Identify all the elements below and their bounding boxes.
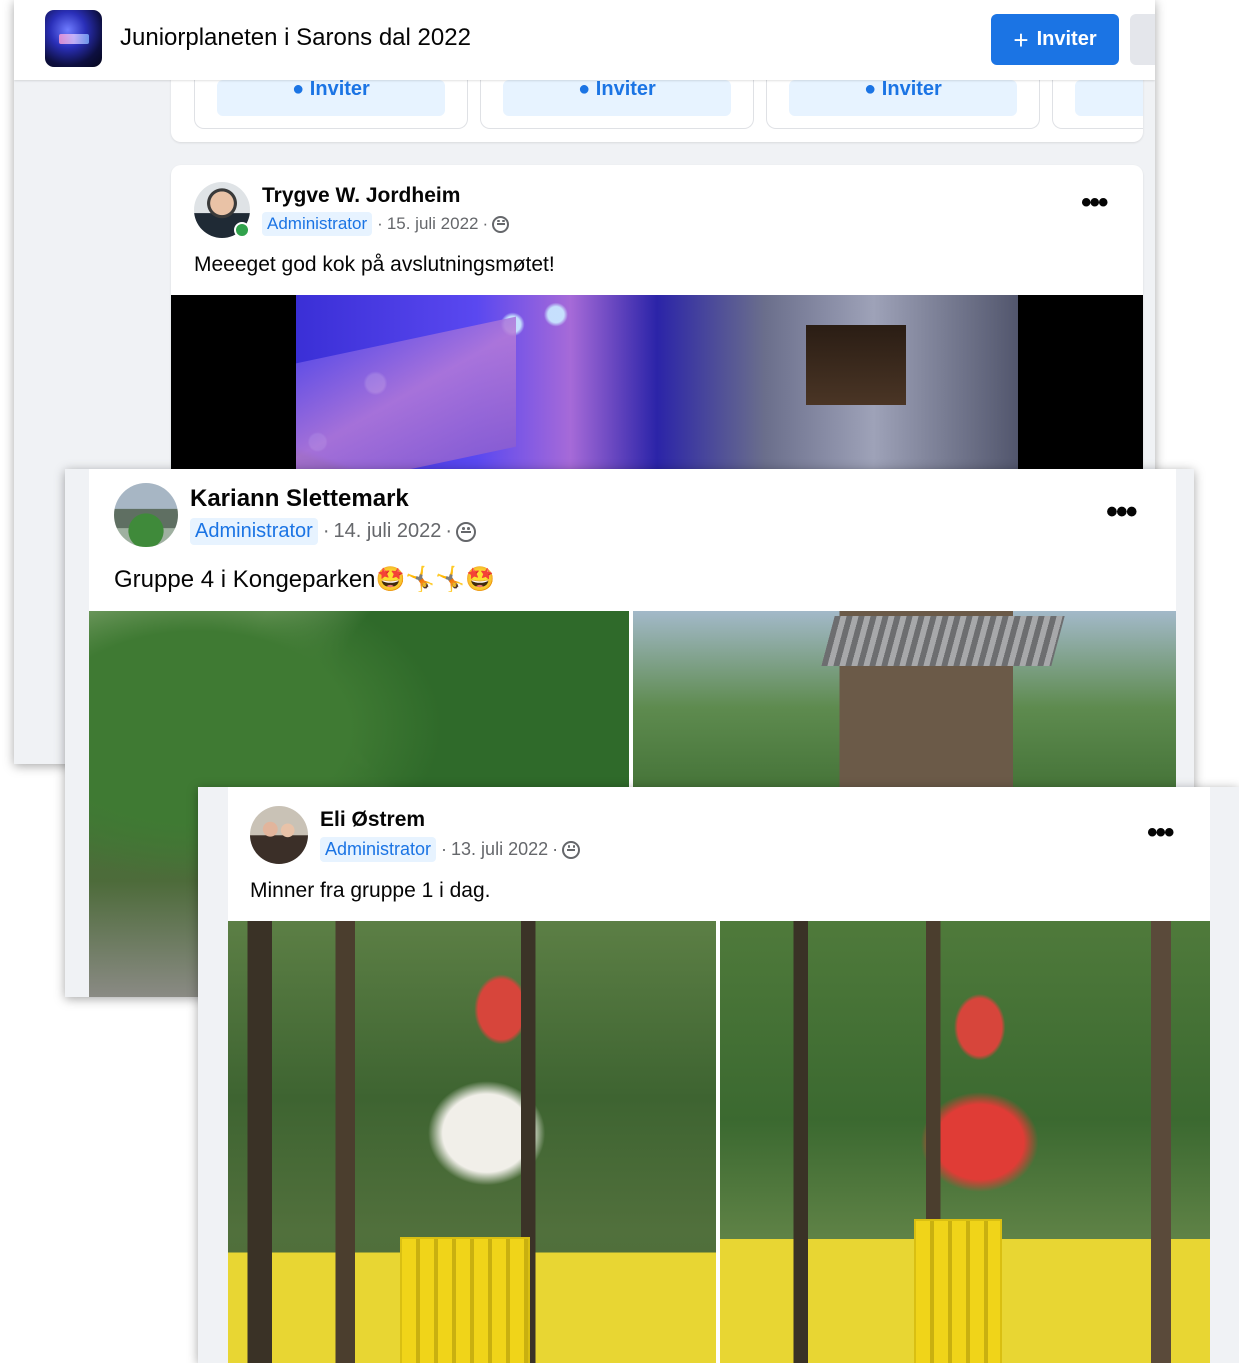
- post-author-name[interactable]: Eli Østrem: [320, 808, 425, 832]
- separator-dot: ·: [322, 520, 330, 542]
- post-date[interactable]: 14. juli 2022: [333, 520, 441, 543]
- more-options-icon[interactable]: •••: [1106, 495, 1138, 529]
- post-author-name[interactable]: Kariann Slettemark: [190, 485, 409, 513]
- post-meta: Administrator · 13. juli 2022 ·: [320, 837, 581, 862]
- separator-dot: ·: [441, 839, 448, 859]
- invite-card-button[interactable]: [1075, 80, 1143, 116]
- role-badge[interactable]: Administrator: [262, 212, 373, 236]
- more-options-icon[interactable]: •••: [1081, 188, 1108, 218]
- search-button[interactable]: [1130, 14, 1155, 65]
- plus-icon: +: [1013, 24, 1029, 55]
- post-photo[interactable]: [228, 921, 716, 1363]
- post-date[interactable]: 15. juli 2022: [387, 214, 479, 234]
- post-photo[interactable]: [720, 921, 1210, 1363]
- author-avatar[interactable]: [250, 806, 308, 864]
- invite-card-button[interactable]: ● Inviter: [503, 80, 731, 116]
- group-title[interactable]: Juniorplaneten i Sarons dal 2022: [120, 24, 471, 52]
- separator-dot: ·: [445, 520, 453, 542]
- post-meta: Administrator · 15. juli 2022 ·: [262, 212, 510, 236]
- post-card: Eli Østrem Administrator · 13. juli 2022…: [228, 787, 1210, 1363]
- post-text: Gruppe 4 i Kongeparken🤩🤸🤸🤩: [114, 566, 496, 593]
- role-badge[interactable]: Administrator: [190, 518, 318, 545]
- invite-button[interactable]: + Inviter: [991, 14, 1119, 65]
- invite-card-button[interactable]: ● Inviter: [217, 80, 445, 116]
- post-date[interactable]: 13. juli 2022: [451, 839, 548, 860]
- group-top-bar: Juniorplaneten i Sarons dal 2022 + Invit…: [14, 0, 1155, 80]
- invite-card-button[interactable]: ● Inviter: [789, 80, 1017, 116]
- screenshot-post-eli: Eli Østrem Administrator · 13. juli 2022…: [198, 787, 1239, 1363]
- more-options-icon[interactable]: •••: [1147, 818, 1174, 848]
- crate-shape: [400, 1237, 530, 1363]
- separator-dot: ·: [377, 214, 383, 233]
- globe-icon[interactable]: [456, 521, 477, 542]
- group-cover-thumbnail[interactable]: [45, 10, 102, 67]
- author-avatar[interactable]: [114, 483, 178, 547]
- person-icon: ●: [292, 80, 310, 100]
- post-meta: Administrator · 14. juli 2022 ·: [190, 518, 477, 545]
- globe-icon[interactable]: [562, 840, 581, 859]
- person-icon: ●: [864, 80, 882, 100]
- person-icon: ●: [578, 80, 596, 100]
- post-author-name[interactable]: Trygve W. Jordheim: [262, 184, 460, 208]
- role-badge[interactable]: Administrator: [320, 837, 437, 862]
- separator-dot: ·: [482, 214, 489, 233]
- globe-icon[interactable]: [492, 215, 510, 233]
- online-status-dot: [234, 222, 250, 238]
- separator-dot: ·: [552, 839, 559, 859]
- post-text: Meeeget god kok på avslutningsmøtet!: [194, 253, 555, 276]
- post-text: Minner fra gruppe 1 i dag.: [250, 879, 491, 902]
- crate-shape: [914, 1219, 1002, 1363]
